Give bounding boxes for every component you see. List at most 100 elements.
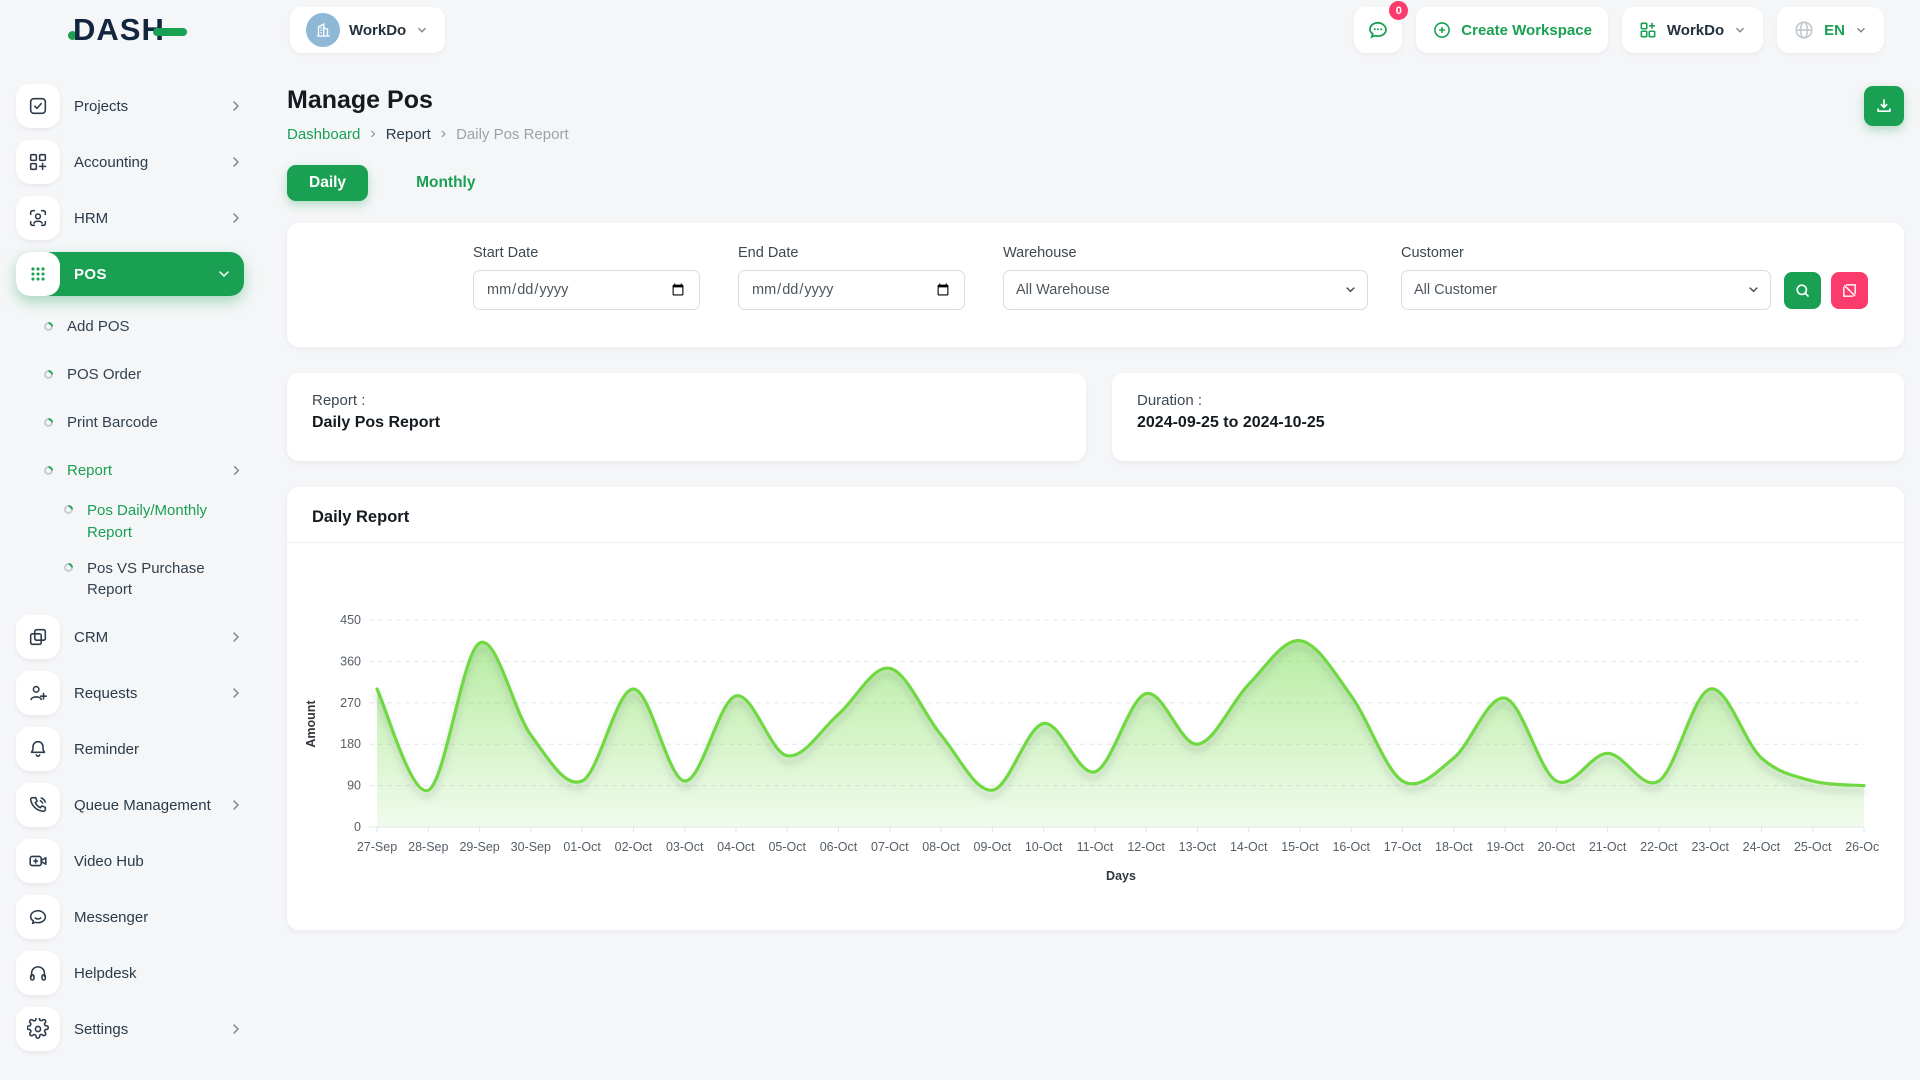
sidebar-item-accounting[interactable]: Accounting: [16, 140, 244, 184]
svg-text:06-Oct: 06-Oct: [820, 840, 858, 854]
svg-text:25-Oct: 25-Oct: [1794, 840, 1832, 854]
svg-text:08-Oct: 08-Oct: [922, 840, 960, 854]
sidebar-item-label: Settings: [74, 1021, 128, 1038]
sidebar-item-projects[interactable]: Projects: [16, 84, 244, 128]
breadcrumb: Dashboard›Report›Daily Pos Report: [287, 125, 569, 143]
messages-button[interactable]: 0: [1354, 7, 1402, 53]
sidebar-item-pos[interactable]: POS: [16, 252, 244, 296]
svg-text:21-Oct: 21-Oct: [1589, 840, 1627, 854]
sidebar-subitem-add-pos[interactable]: Add POS: [44, 308, 244, 344]
sidebar-item-crm[interactable]: CRM: [16, 615, 244, 659]
logo-accent-dash: [153, 28, 187, 36]
svg-text:10-Oct: 10-Oct: [1025, 840, 1063, 854]
sidebar-item-helpdesk[interactable]: Helpdesk: [16, 951, 244, 995]
sidebar-item-label: POS: [74, 266, 107, 283]
sidebar-item-label: Reminder: [74, 741, 139, 758]
sidebar-subitem-pos-daily-monthly-report[interactable]: Pos Daily/Monthly Report: [64, 500, 244, 544]
apply-filter-button[interactable]: [1784, 272, 1821, 309]
top-header: DASH WorkDo 0 Create Workspace: [0, 0, 1920, 60]
search-icon: [1794, 282, 1811, 299]
svg-text:90: 90: [347, 779, 361, 793]
report-summary-card: Report : Daily Pos Report: [287, 373, 1086, 461]
sidebar-item-label: CRM: [74, 629, 108, 646]
tab-monthly[interactable]: Monthly: [394, 165, 497, 201]
headset-icon: [16, 951, 60, 995]
svg-text:23-Oct: 23-Oct: [1691, 840, 1729, 854]
create-workspace-label: Create Workspace: [1461, 22, 1592, 39]
sidebar-item-label: Requests: [74, 685, 137, 702]
daily-report-card: Daily Report 09018027036045027-Sep28-Sep…: [287, 487, 1904, 930]
svg-text:16-Oct: 16-Oct: [1332, 840, 1370, 854]
sidebar-item-reminder[interactable]: Reminder: [16, 727, 244, 771]
sidebar-subitem-report[interactable]: Report: [44, 452, 244, 488]
warehouse-label: Warehouse: [1003, 245, 1368, 261]
bullet-icon: [42, 368, 55, 381]
sidebar-item-requests[interactable]: Requests: [16, 671, 244, 715]
svg-text:0: 0: [354, 820, 361, 834]
download-button[interactable]: [1864, 86, 1904, 126]
chevron-down-icon: [1733, 23, 1747, 37]
tab-daily[interactable]: Daily: [287, 165, 368, 201]
sidebar-item-video-hub[interactable]: Video Hub: [16, 839, 244, 883]
messages-badge: 0: [1389, 1, 1408, 20]
end-date-label: End Date: [738, 245, 965, 261]
workspace-switcher[interactable]: WorkDo: [290, 7, 445, 53]
language-label: EN: [1824, 22, 1845, 39]
svg-text:14-Oct: 14-Oct: [1230, 840, 1268, 854]
sidebar-subitem-pos-order[interactable]: POS Order: [44, 356, 244, 392]
summary-row: Report : Daily Pos Report Duration : 202…: [287, 373, 1904, 461]
sidebar-item-messenger[interactable]: Messenger: [16, 895, 244, 939]
breadcrumb-item-dashboard[interactable]: Dashboard: [287, 126, 360, 143]
customer-select[interactable]: All Customer: [1401, 270, 1771, 310]
sidebar-item-hrm[interactable]: HRM: [16, 196, 244, 240]
sidebar-item-queue-management[interactable]: Queue Management: [16, 783, 244, 827]
logo: DASH: [68, 12, 258, 48]
svg-text:360: 360: [340, 654, 361, 668]
svg-text:24-Oct: 24-Oct: [1743, 840, 1781, 854]
breadcrumb-separator: ›: [441, 125, 446, 143]
end-date-input[interactable]: [738, 270, 965, 310]
globe-icon: [1793, 19, 1815, 41]
svg-text:19-Oct: 19-Oct: [1486, 840, 1524, 854]
logo-text: DASH: [73, 12, 165, 48]
chevron-right-icon: [228, 685, 244, 701]
grid-plus-icon: [16, 140, 60, 184]
svg-text:20-Oct: 20-Oct: [1538, 840, 1576, 854]
svg-text:09-Oct: 09-Oct: [974, 840, 1012, 854]
workspace-name: WorkDo: [349, 22, 406, 39]
bullet-icon: [42, 320, 55, 333]
main-content: Manage Pos Dashboard›Report›Daily Pos Re…: [260, 60, 1920, 930]
bullet-icon: [62, 561, 75, 574]
report-value: Daily Pos Report: [312, 414, 1061, 432]
video-icon: [16, 839, 60, 883]
reset-filter-button[interactable]: [1831, 272, 1868, 309]
workspace-avatar: [306, 13, 340, 47]
language-menu-button[interactable]: EN: [1777, 7, 1884, 53]
sidebar-item-label: Accounting: [74, 154, 148, 171]
check-square-icon: [16, 84, 60, 128]
breadcrumb-item-report[interactable]: Report: [386, 126, 431, 143]
bullet-icon: [42, 464, 55, 477]
sidebar-subitem-pos-vs-purchase-report[interactable]: Pos VS Purchase Report: [64, 558, 244, 602]
svg-text:Amount: Amount: [304, 700, 318, 748]
svg-text:30-Sep: 30-Sep: [511, 840, 551, 854]
chart-card-header: Daily Report: [287, 487, 1904, 543]
page-title: Manage Pos: [287, 86, 569, 115]
svg-text:01-Oct: 01-Oct: [563, 840, 601, 854]
account-menu-button[interactable]: WorkDo: [1622, 7, 1763, 53]
sidebar-item-settings[interactable]: Settings: [16, 1007, 244, 1051]
plus-circle-icon: [1432, 20, 1452, 40]
start-date-input[interactable]: [473, 270, 700, 310]
duration-value: 2024-09-25 to 2024-10-25: [1137, 414, 1879, 432]
chevron-right-icon: [228, 629, 244, 645]
svg-text:180: 180: [340, 737, 361, 751]
create-workspace-button[interactable]: Create Workspace: [1416, 7, 1608, 53]
warehouse-select[interactable]: All Warehouse: [1003, 270, 1368, 310]
sidebar-subitem-print-barcode[interactable]: Print Barcode: [44, 404, 244, 440]
dots-grid-icon: [16, 252, 60, 296]
svg-text:12-Oct: 12-Oct: [1127, 840, 1165, 854]
chart-title: Daily Report: [312, 508, 1879, 527]
svg-text:03-Oct: 03-Oct: [666, 840, 704, 854]
sidebar-item-label: HRM: [74, 210, 108, 227]
svg-text:17-Oct: 17-Oct: [1384, 840, 1422, 854]
